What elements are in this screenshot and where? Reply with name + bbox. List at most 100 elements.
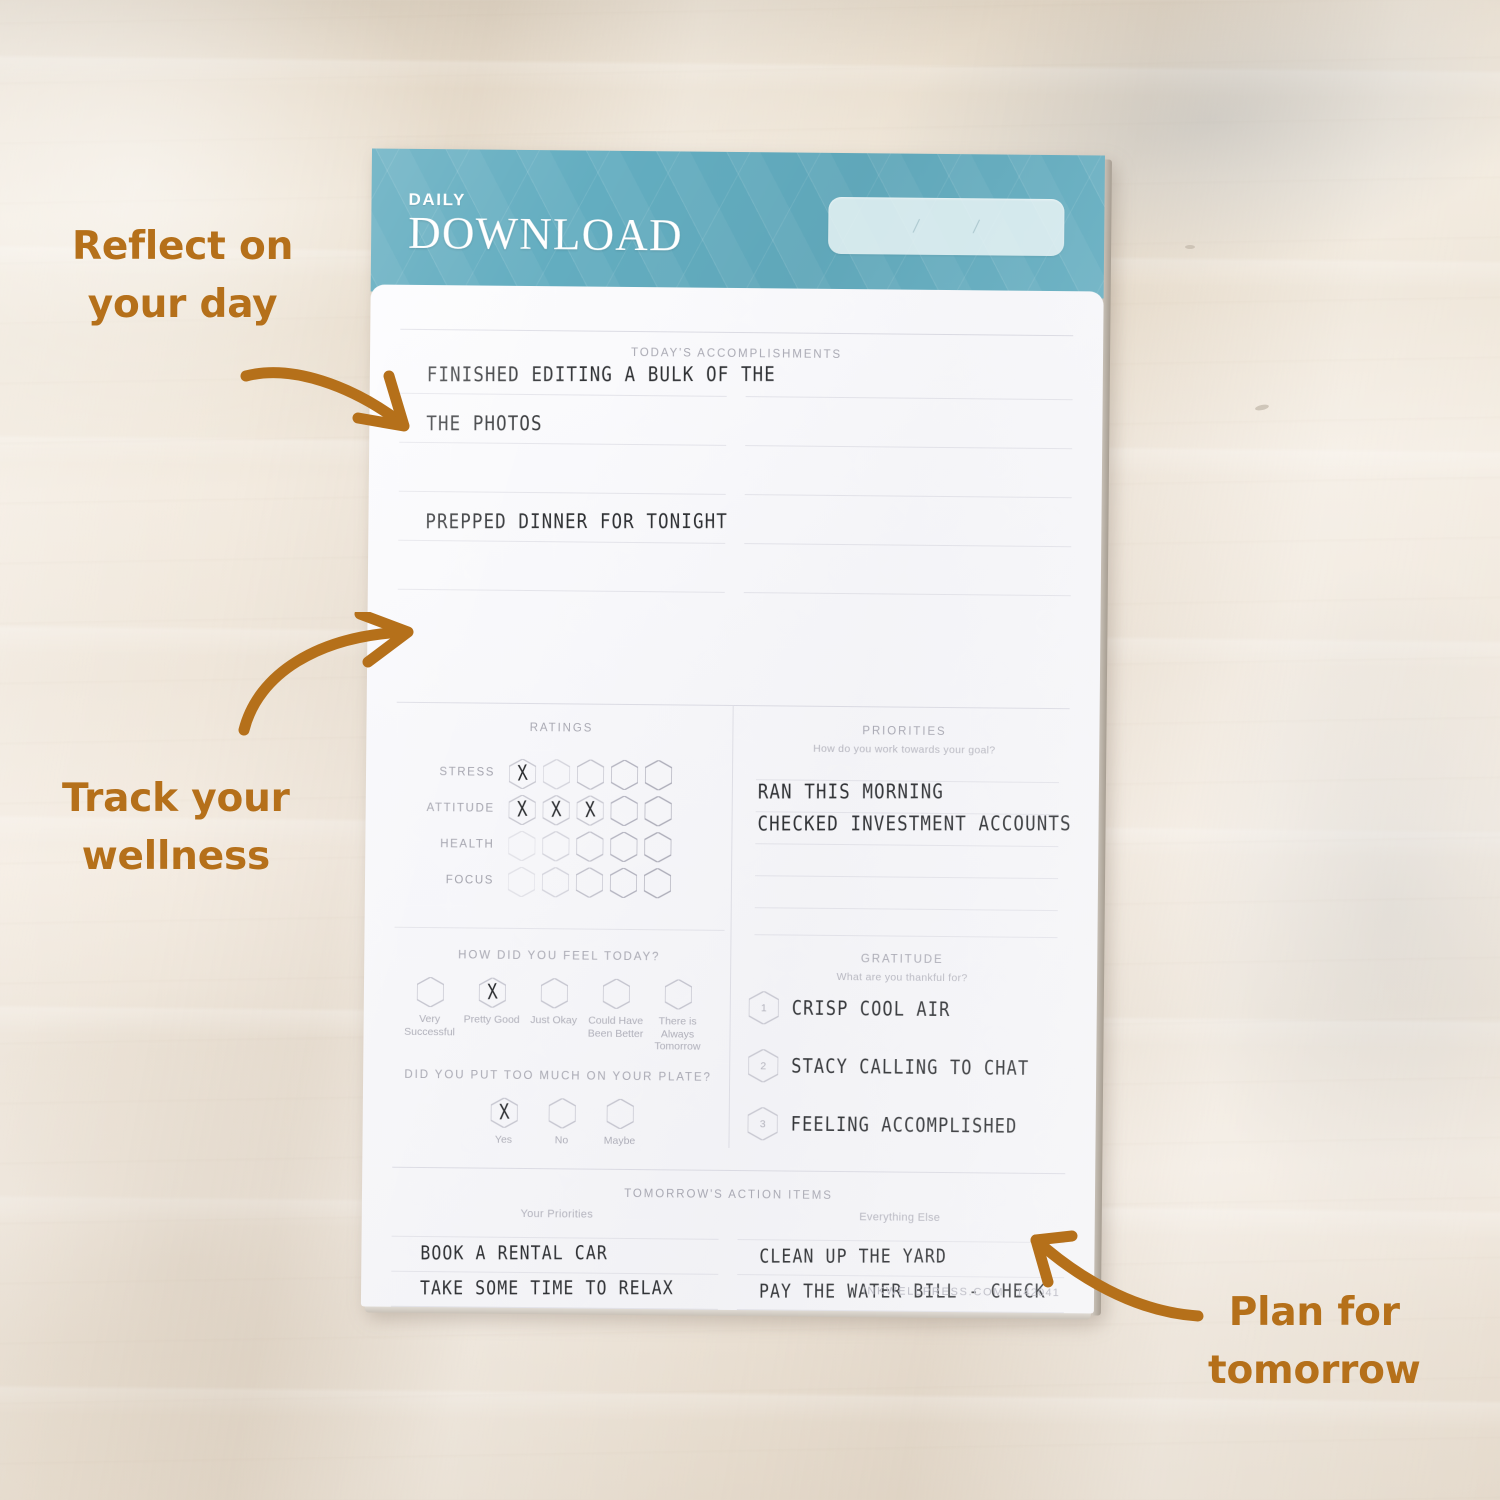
rating-hex[interactable] [541,867,570,898]
priority-entry[interactable]: CHECKED INVESTMENT ACCOUNTS [757,813,1071,836]
accomplishments-rule [398,539,726,544]
option-label: Pretty Good [463,1013,520,1026]
plate-option[interactable]: No [532,1098,590,1147]
rating-row-health[interactable] [508,830,672,863]
rating-hex[interactable]: X [542,795,570,826]
rating-hex[interactable] [644,760,673,791]
wood-knot [1254,403,1270,412]
annotation-reflect: Reflect on your day [72,218,293,334]
gratitude-text[interactable]: STACY CALLING TO CHAT [791,1054,1029,1079]
rating-hex[interactable] [508,830,536,862]
tomorrow-other-entry[interactable]: CLEAN UP THE YARD [759,1245,947,1267]
rating-row-focus[interactable] [507,866,672,899]
accomplishment-entry[interactable]: PREPPED DINNER FOR TONIGHT [425,511,728,534]
rating-hex[interactable] [610,795,638,827]
accomplishments-rule [397,588,725,593]
rating-row-attitude[interactable]: XXX [508,794,672,827]
rating-hex[interactable]: X [508,794,536,826]
option-label: Just Okay [530,1014,578,1027]
priorities-title: PRIORITIES [862,725,947,739]
option-label: There is Always Tomorrow [654,1015,701,1053]
option-hex-icon[interactable] [523,978,585,1011]
feel-top-rule [394,926,725,931]
gratitude-text[interactable]: CRISP COOL AIR [792,996,951,1021]
rating-hex[interactable] [542,831,570,862]
feel-option[interactable]: Very Successful [398,976,461,1051]
rating-hex[interactable] [576,759,605,790]
rating-hex[interactable] [507,866,536,898]
feel-options[interactable]: Very Successful X Pretty Good Just Okay Coul… [398,976,709,1053]
daily-download-notepad: DAILY DOWNLOAD / / TODAY'S ACCOMPLISHMEN… [360,148,1112,1320]
option-hex-icon[interactable] [591,1098,649,1132]
rating-hex[interactable] [644,796,672,827]
gratitude-item[interactable]: 2 STACY CALLING TO CHAT [748,1049,1029,1085]
tomorrow-rule [391,1270,719,1275]
plate-option[interactable]: Maybe [590,1098,649,1148]
gratitude-item[interactable]: 1 CRISP COOL AIR [748,991,951,1026]
tomorrow-priority-entry[interactable]: BOOK A RENTAL CAR [420,1242,608,1264]
rating-hex[interactable] [610,831,638,863]
priorities-rule [755,875,1059,880]
plate-options[interactable]: X Yes No Maybe [474,1097,649,1148]
option-hex-icon[interactable] [585,978,647,1012]
annotation-plan: Plan for tomorrow [1208,1284,1421,1400]
rating-x-mark: X [516,761,529,787]
accomplishment-entry[interactable]: THE PHOTOS [426,413,542,436]
rating-hex[interactable] [610,759,639,791]
tomorrow-left-label: Your Priorities [520,1207,594,1221]
tomorrow-rule [391,1235,719,1240]
tomorrow-priority-entry[interactable]: TAKE SOME TIME TO RELAX [420,1277,674,1299]
option-hex-icon[interactable]: X [461,977,523,1010]
feel-option[interactable]: There is Always Tomorrow [646,979,709,1053]
option-hex-icon[interactable] [647,979,709,1012]
rating-x-mark: X [550,797,562,824]
gratitude-number: 2 [760,1059,767,1072]
rating-hex[interactable]: X [508,758,537,790]
annotation-track: Track your wellness [62,770,290,886]
option-x-mark: X [486,979,498,1006]
tomorrow-right-label: Everything Else [859,1211,941,1224]
plate-title: DID YOU PUT TOO MUCH ON YOUR PLATE? [404,1068,712,1084]
accomplishments-rule [744,494,1072,499]
rating-hex[interactable] [575,867,604,898]
feel-option[interactable]: Just Okay [522,978,585,1052]
gratitude-subtitle: What are you thankful for? [836,970,968,985]
feel-option[interactable]: X Pretty Good [460,977,523,1051]
rating-hex[interactable] [643,868,672,899]
accomplishments-rule [399,441,727,446]
rating-x-mark: X [584,797,596,824]
gratitude-top-rule [754,934,1058,939]
priority-entry[interactable]: RAN THIS MORNING [758,781,944,804]
gratitude-number: 1 [760,1001,767,1014]
gratitude-item[interactable]: 3 FEELING ACCOMPLISHED [747,1107,1018,1143]
date-slash-2: / [972,214,981,239]
option-label: Yes [494,1133,513,1146]
rating-hex[interactable] [542,759,571,790]
rating-hex[interactable] [576,831,604,862]
date-field[interactable]: / / [828,196,1065,257]
accomplishment-entry[interactable]: FINISHED EDITING A BULK OF THE [427,364,776,387]
option-hex-icon[interactable] [399,976,461,1010]
gratitude-number-hex: 1 [748,991,779,1025]
feel-title: HOW DID YOU FEEL TODAY? [458,949,661,964]
accomplishments-rule [744,543,1072,548]
annotation-reflect-line1: Reflect on [72,224,294,269]
option-hex-icon[interactable]: X [475,1097,533,1131]
plate-option[interactable]: X Yes [474,1097,533,1147]
feel-option[interactable]: Could Have Been Better [584,978,647,1053]
tomorrow-title: TOMORROW'S ACTION ITEMS [624,1187,833,1202]
option-hex-icon[interactable] [533,1098,591,1131]
rating-x-mark: X [516,797,528,823]
annotation-plan-line1: Plan for [1228,1290,1400,1335]
rating-row-stress[interactable]: X [508,758,673,791]
rating-hex[interactable] [609,867,638,899]
date-slash-1: / [912,213,921,238]
priorities-subtitle: How do you work towards your goal? [813,742,996,757]
priorities-rule [755,843,1059,848]
option-x-mark: X [498,1099,510,1126]
gratitude-text[interactable]: FEELING ACCOMPLISHED [791,1112,1018,1137]
rating-hex[interactable] [644,832,672,863]
tomorrow-rule [737,1274,1065,1279]
priorities-rule [754,907,1058,912]
rating-hex[interactable]: X [576,795,604,826]
